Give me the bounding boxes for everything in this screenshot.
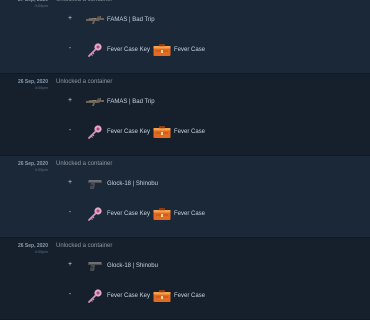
items-received-row: + FAMAS | Bad Trip — [0, 9, 370, 31]
case-icon — [152, 206, 172, 222]
lost-item-key-name: Fever Case Key — [107, 47, 151, 53]
plus-sign: + — [67, 261, 73, 268]
case-icon — [152, 288, 172, 304]
items-lost-row: - Fever Case Key Fever Case — [0, 121, 370, 143]
lost-item-key[interactable]: Fever Case Key — [85, 41, 150, 59]
famas-icon — [85, 12, 105, 28]
items-received-row: + Glock-18 | Shinobu — [0, 173, 370, 195]
plus-sign: + — [67, 179, 73, 186]
items-lost-row: - Fever Case Key Fever Case — [0, 285, 370, 307]
received-item-name: FAMAS | Bad Trip — [107, 99, 155, 105]
items-received-row: + Glock-18 | Shinobu — [0, 255, 370, 277]
received-item[interactable]: FAMAS | Bad Trip — [85, 11, 155, 29]
received-item[interactable]: FAMAS | Bad Trip — [85, 93, 155, 111]
key-icon — [85, 124, 105, 140]
key-icon — [85, 42, 105, 58]
entry-event-description: Unlocked a container — [56, 161, 113, 167]
entry-date-column: 27 Sep, 2020 4:08pm — [0, 0, 48, 8]
lost-item-key-name: Fever Case Key — [107, 129, 151, 135]
lost-item-case[interactable]: Fever Case — [152, 205, 205, 223]
entry-date-column: 26 Sep, 2020 4:08pm — [0, 161, 48, 172]
famas-icon — [85, 94, 105, 110]
minus-sign: - — [68, 291, 72, 298]
received-item-name: FAMAS | Bad Trip — [107, 17, 155, 23]
lost-item-case[interactable]: Fever Case — [152, 123, 205, 141]
history-entry-3: 26 Sep, 2020 4:08pm Unlocked a container… — [0, 156, 370, 238]
lost-item-case-name: Fever Case — [174, 211, 206, 217]
history-entry-4: 26 Sep, 2020 4:08pm Unlocked a container… — [0, 238, 370, 320]
received-item-name: Glock-18 | Shinobu — [107, 263, 158, 269]
items-received-row: + FAMAS | Bad Trip — [0, 91, 370, 113]
lost-item-key[interactable]: Fever Case Key — [85, 123, 150, 141]
lost-item-case-name: Fever Case — [174, 293, 206, 299]
received-item-name: Glock-18 | Shinobu — [107, 181, 158, 187]
received-item[interactable]: Glock-18 | Shinobu — [85, 257, 158, 275]
entry-event-description: Unlocked a container — [56, 243, 113, 249]
key-icon — [85, 206, 105, 222]
items-lost-row: - Fever Case Key Fever Case — [0, 39, 370, 61]
lost-item-case-name: Fever Case — [174, 47, 206, 53]
items-lost-row: - Fever Case Key Fever Case — [0, 203, 370, 225]
minus-sign: - — [68, 127, 72, 134]
inventory-history-list: 27 Sep, 2020 4:08pm Unlocked a container… — [0, 0, 370, 320]
entry-time: 4:08pm — [34, 249, 48, 254]
minus-sign: - — [68, 209, 72, 216]
case-icon — [152, 42, 172, 58]
lost-item-case[interactable]: Fever Case — [152, 41, 205, 59]
history-entry-1: 27 Sep, 2020 4:08pm Unlocked a container… — [0, 0, 370, 74]
lost-item-case[interactable]: Fever Case — [152, 287, 205, 305]
entry-date-column: 26 Sep, 2020 4:08pm — [0, 79, 48, 90]
glock-icon — [85, 176, 105, 192]
lost-item-key[interactable]: Fever Case Key — [85, 205, 150, 223]
lost-item-key-name: Fever Case Key — [107, 211, 151, 217]
received-item[interactable]: Glock-18 | Shinobu — [85, 175, 158, 193]
entry-time: 4:08pm — [34, 167, 48, 172]
plus-sign: + — [67, 15, 73, 22]
entry-event-description: Unlocked a container — [56, 0, 113, 3]
key-icon — [85, 288, 105, 304]
history-entry-2: 26 Sep, 2020 4:08pm Unlocked a container… — [0, 74, 370, 156]
glock-icon — [85, 258, 105, 274]
minus-sign: - — [68, 45, 72, 52]
entry-time: 4:08pm — [34, 85, 48, 90]
lost-item-key-name: Fever Case Key — [107, 293, 151, 299]
entry-event-description: Unlocked a container — [56, 79, 113, 85]
case-icon — [152, 124, 172, 140]
lost-item-key[interactable]: Fever Case Key — [85, 287, 150, 305]
lost-item-case-name: Fever Case — [174, 129, 206, 135]
plus-sign: + — [67, 97, 73, 104]
entry-date-column: 26 Sep, 2020 4:08pm — [0, 243, 48, 254]
entry-time: 4:08pm — [34, 3, 48, 8]
